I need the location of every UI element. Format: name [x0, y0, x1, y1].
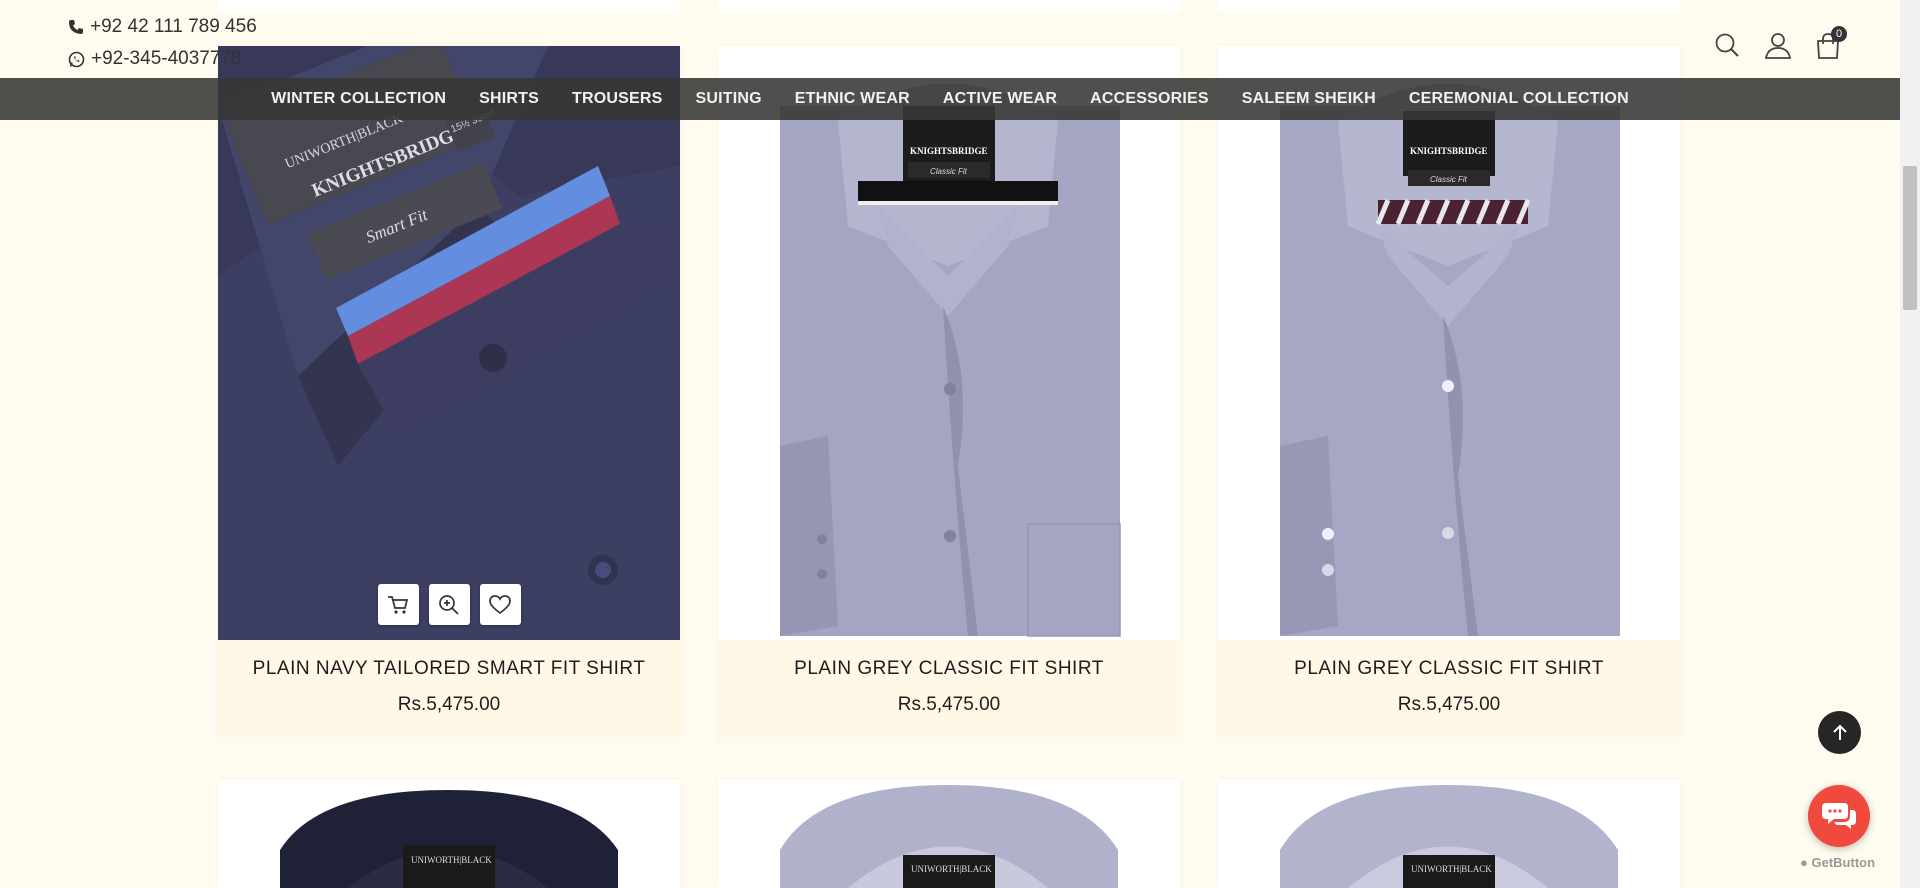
label-fit: Classic Fit	[930, 167, 968, 176]
nav-item-ceremonial-collection[interactable]: CEREMONIAL COLLECTION	[1409, 90, 1629, 108]
getbutton-label: GetButton	[1811, 855, 1876, 870]
main-navigation: WINTER COLLECTION SHIRTS TROUSERS SUITIN…	[0, 78, 1900, 120]
nav-item-ethnic-wear[interactable]: ETHNIC WEAR	[795, 90, 910, 108]
nav-item-winter-collection[interactable]: WINTER COLLECTION	[271, 90, 446, 108]
label-brand: UNIWORTH|BLACK	[1411, 864, 1492, 874]
cart-count-badge: 0	[1831, 26, 1847, 42]
product-price: Rs.5,475.00	[1397, 694, 1501, 715]
label-line: KNIGHTSBRIDGE	[910, 146, 988, 156]
nav-item-saleem-sheikh[interactable]: SALEEM SHEIKH	[1242, 90, 1376, 108]
getbutton-credit[interactable]: ● GetButton	[1800, 855, 1875, 870]
whatsapp-icon	[68, 51, 85, 67]
user-icon[interactable]	[1764, 31, 1792, 59]
chat-bubbles-icon	[1822, 803, 1856, 829]
nav-item-shirts[interactable]: SHIRTS	[479, 90, 539, 108]
product-title[interactable]: PLAIN GREY CLASSIC FIT SHIRT	[1218, 658, 1680, 680]
nav-item-active-wear[interactable]: ACTIVE WEAR	[943, 90, 1057, 108]
back-to-top-button[interactable]	[1818, 711, 1861, 754]
product-image[interactable]: UNIWORTH|BLACK KNIGHTSBRIDGE Smart Fit 1…	[218, 46, 680, 640]
label-line: KNIGHTSBRIDGE	[1410, 146, 1488, 156]
scrollbar-thumb[interactable]	[1903, 166, 1917, 310]
nav-item-accessories[interactable]: ACCESSORIES	[1090, 90, 1209, 108]
page-scrollbar[interactable]	[1900, 0, 1920, 888]
whatsapp-contact[interactable]: +92-345-4037778	[68, 48, 242, 70]
phone-contact[interactable]: +92 42 111 789 456	[68, 16, 257, 38]
product-image[interactable]: UNIWORTH|BLACK	[718, 780, 1180, 888]
heart-icon	[489, 594, 511, 614]
product-image[interactable]: KNIGHTSBRIDGE Classic Fit	[718, 46, 1180, 640]
phone-number[interactable]: +92 42 111 789 456	[90, 16, 257, 38]
cart-icon	[388, 595, 409, 614]
product-image[interactable]: UNIWORTH|BLACK	[1218, 780, 1680, 888]
add-to-cart-button[interactable]	[377, 584, 419, 625]
product-price: Rs.5,475.00	[897, 694, 1001, 715]
product-card[interactable]: KNIGHTSBRIDGE Classic Fit PLAIN GREY CLA…	[718, 46, 1180, 740]
product-image[interactable]: KNIGHTSBRIDGE Classic Fit	[1218, 46, 1680, 640]
nav-item-trousers[interactable]: TROUSERS	[572, 90, 663, 108]
product-title[interactable]: PLAIN GREY CLASSIC FIT SHIRT	[718, 658, 1180, 680]
arrow-up-icon	[1832, 724, 1847, 740]
chat-button[interactable]	[1808, 785, 1870, 847]
getbutton-icon: ●	[1800, 855, 1808, 870]
site-header: +92 42 111 789 456 +92-345-4037778 0	[0, 0, 1900, 78]
product-card[interactable]: KNIGHTSBRIDGE Classic Fit PLAIN GREY CLA…	[1218, 46, 1680, 740]
product-card[interactable]: UNIWORTH|BLACK	[1218, 780, 1680, 888]
product-actions	[218, 584, 680, 625]
whatsapp-number[interactable]: +92-345-4037778	[91, 48, 242, 70]
quick-view-button[interactable]	[428, 584, 470, 625]
product-card[interactable]: UNIWORTH|BLACK	[718, 780, 1180, 888]
phone-icon	[69, 20, 83, 34]
product-card[interactable]: UNIWORTH|BLACK KNIGHTSBRIDGE Smart Fit 1…	[218, 46, 680, 740]
product-title[interactable]: PLAIN NAVY TAILORED SMART FIT SHIRT	[218, 658, 680, 680]
label-fit: Classic Fit	[1430, 175, 1468, 184]
zoom-in-icon	[439, 594, 459, 615]
hover-overlay	[218, 46, 680, 640]
product-price: Rs.5,475.00	[397, 694, 501, 715]
label-brand: UNIWORTH|BLACK	[911, 864, 992, 874]
wishlist-button[interactable]	[479, 584, 521, 625]
search-icon[interactable]	[1714, 32, 1740, 58]
product-card[interactable]: UNIWORTH|BLACK	[218, 780, 680, 888]
nav-item-suiting[interactable]: SUITING	[695, 90, 761, 108]
product-image[interactable]: UNIWORTH|BLACK	[218, 780, 680, 888]
label-brand: UNIWORTH|BLACK	[411, 855, 492, 865]
